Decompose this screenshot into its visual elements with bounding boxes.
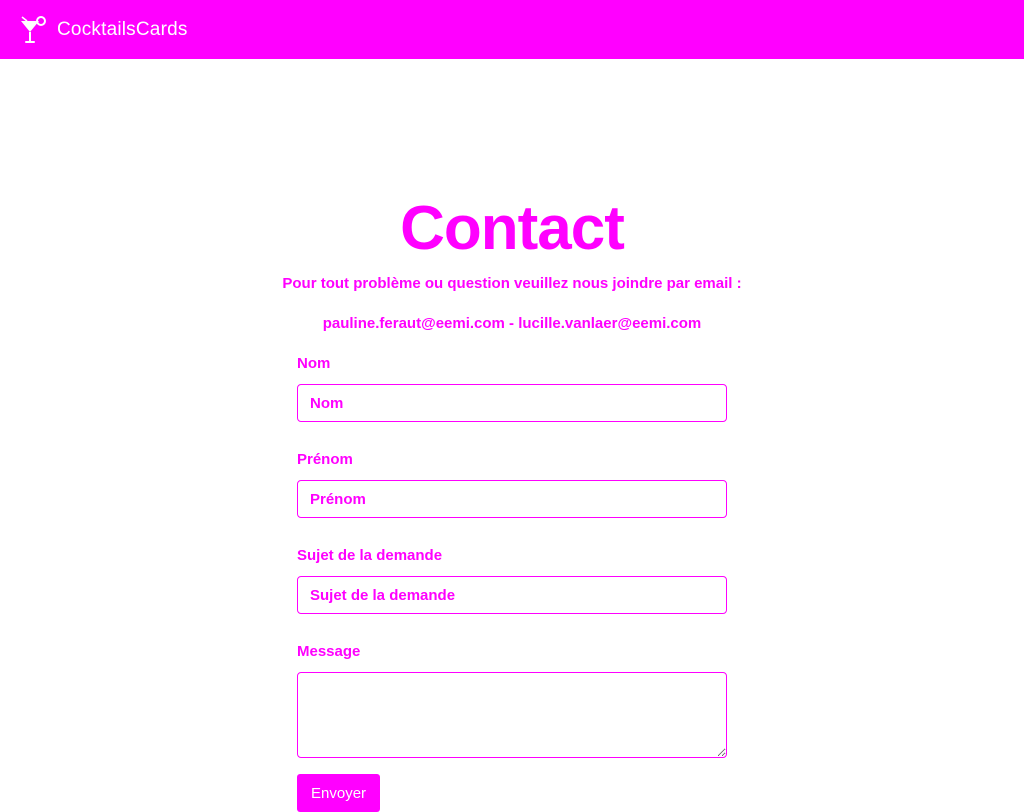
page-title: Contact — [400, 194, 625, 263]
message-label: Message — [297, 643, 361, 660]
prenom-label: Prénom — [297, 451, 353, 468]
nom-input[interactable] — [297, 384, 727, 422]
navbar: CocktailsCards — [0, 0, 1024, 59]
prenom-input[interactable] — [297, 480, 727, 518]
sujet-input[interactable] — [297, 576, 727, 614]
brand-name: CocktailsCards — [57, 18, 188, 40]
nom-label: Nom — [297, 355, 331, 372]
brand-link[interactable]: CocktailsCards — [18, 15, 188, 45]
contact-form: Nom Prénom Sujet de la demande Message E… — [297, 354, 727, 812]
contact-intro-text: Pour tout problème ou question veuillez … — [282, 275, 742, 292]
submit-button[interactable]: Envoyer — [297, 774, 381, 812]
cocktail-glass-icon — [21, 15, 46, 43]
contact-emails: pauline.feraut@eemi.com - lucille.vanlae… — [322, 315, 702, 332]
message-textarea[interactable] — [297, 672, 727, 758]
sujet-label: Sujet de la demande — [297, 547, 443, 564]
